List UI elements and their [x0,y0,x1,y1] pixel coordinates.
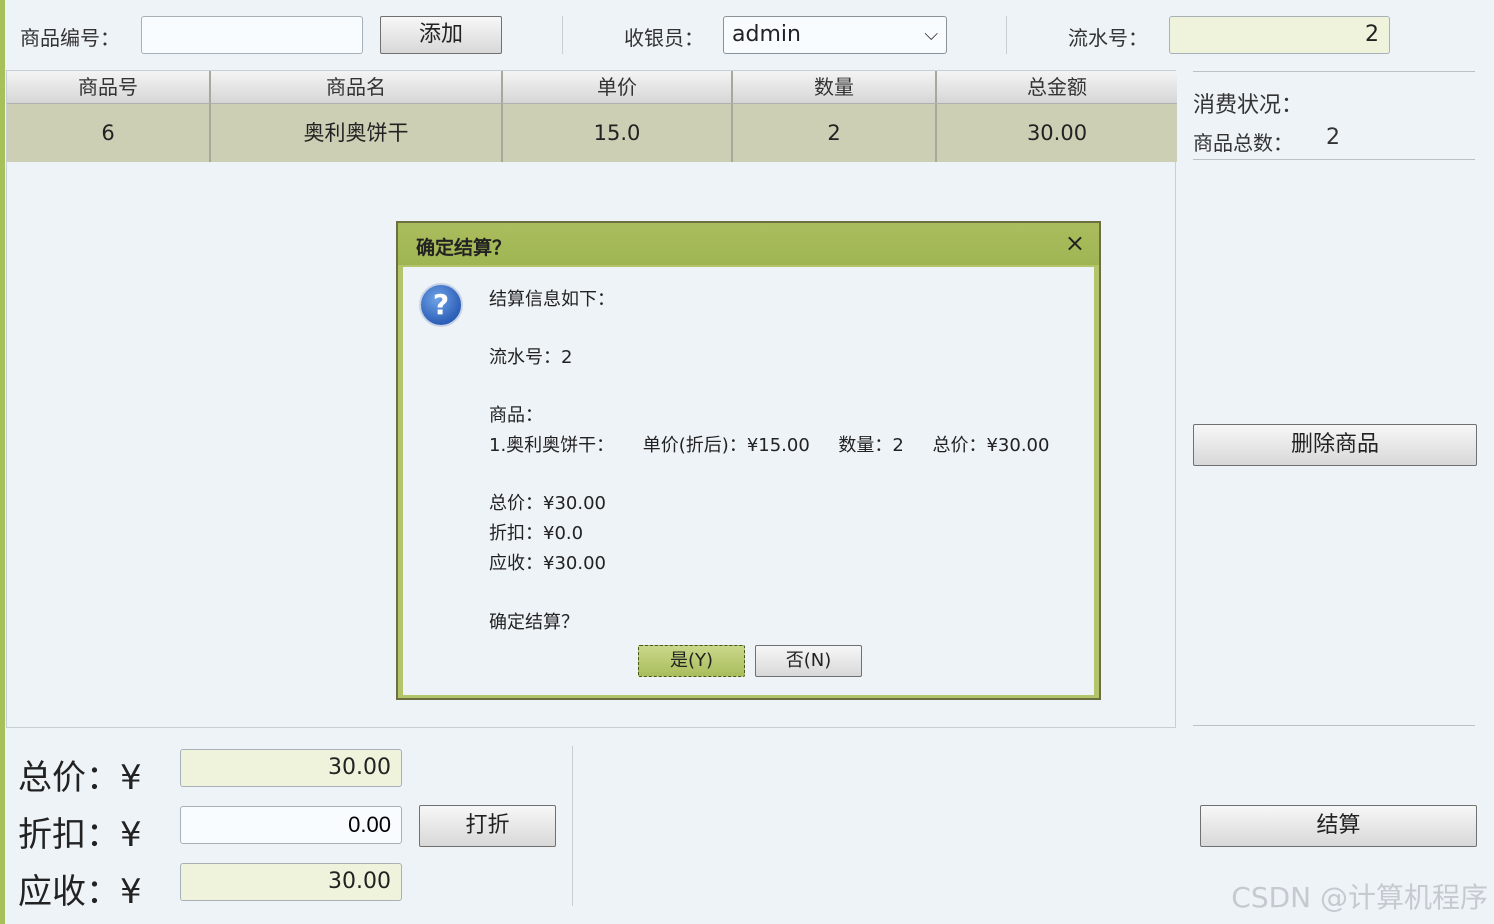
cell-quantity: 2 [733,104,937,162]
no-button[interactable]: 否(N) [755,645,862,677]
dialog-discount: 折扣：¥0.0 [489,523,584,544]
dialog-title: 确定结算？ [416,237,512,259]
toolbar-separator [562,16,563,54]
panel-divider [1193,71,1475,72]
discount-input[interactable] [180,806,402,844]
close-icon[interactable]: × [1065,229,1085,257]
dialog-intro: 结算信息如下： [489,289,615,310]
cashier-select-value: admin [732,22,801,47]
dialog-amount-due: 应收：¥30.00 [489,553,606,574]
dialog-body: ? 结算信息如下： 流水号：2 商品： 1.奥利奥饼干： 单价(折后)：¥15.… [403,267,1094,695]
watermark: CSDN @计算机程序 [1231,881,1488,914]
add-button[interactable]: 添加 [380,16,502,54]
column-header[interactable]: 总金额 [937,71,1177,103]
dialog-confirm-question: 确定结算？ [489,612,579,633]
serial-field: 2 [1169,16,1390,54]
cell-product-name: 奥利奥饼干 [211,104,503,162]
question-icon: ? [419,283,463,327]
column-header[interactable]: 商品号 [7,71,211,103]
yes-button[interactable]: 是(Y) [638,645,745,677]
cell-total: 30.00 [1026,121,1088,145]
cell-unit-price: 15.0 [503,104,733,162]
table-header: 商品号 商品名 单价 数量 总金额 [7,71,1177,104]
amount-due-field: 30.00 [180,863,402,901]
column-header[interactable]: 单价 [503,71,733,103]
toolbar-separator [1006,16,1007,54]
column-header[interactable]: 数量 [733,71,937,103]
dialog-serial: 流水号：2 [489,347,573,368]
item-count-label: 商品总数： [1193,131,1293,155]
table-row[interactable]: 6 奥利奥饼干 15.0 2 30.00 [7,104,1177,162]
cashier-label: 收银员： [624,26,704,50]
product-code-input[interactable] [141,16,363,54]
total-label: 总价：¥ [18,758,142,798]
cashier-select[interactable]: admin ⌵ [723,16,947,54]
cell-product-id: 6 [7,104,211,162]
panel-divider [1193,725,1475,726]
item-count-value: 2 [1326,125,1340,150]
column-header[interactable]: 商品名 [211,71,503,103]
dialog-titlebar[interactable]: 确定结算？ × [398,223,1099,265]
total-field: 30.00 [180,749,402,787]
bottom-separator [572,746,573,906]
checkout-confirm-dialog: 确定结算？ × ? 结算信息如下： 流水号：2 商品： 1.奥利奥饼干： 单价(… [396,221,1101,700]
chevron-down-icon: ⌵ [924,24,938,45]
serial-label: 流水号： [1068,26,1148,50]
discount-label: 折扣：¥ [18,815,142,855]
dialog-goods-label: 商品： [489,405,543,426]
panel-divider [1193,159,1475,160]
delete-item-button[interactable]: 删除商品 [1193,424,1477,466]
product-code-label: 商品编号： [20,26,120,50]
consumption-status-label: 消费状况： [1193,93,1304,118]
window-left-border [0,0,5,924]
discount-button[interactable]: 打折 [419,805,556,847]
amount-due-label: 应收：¥ [18,872,142,912]
checkout-button[interactable]: 结算 [1200,805,1477,847]
dialog-total: 总价：¥30.00 [489,493,606,514]
dialog-goods-line: 1.奥利奥饼干： 单价(折后)：¥15.00 数量：2 总价：¥30.00 [489,435,1050,456]
